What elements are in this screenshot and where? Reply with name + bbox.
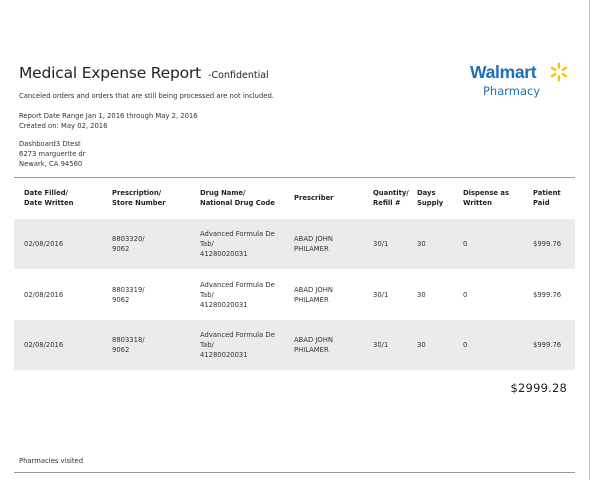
table-row: 02/08/2016 8803319/ 9062 Advanced Formul… (14, 270, 575, 320)
cell-drug-name: Advanced Formula De (200, 281, 275, 289)
cell-paid: $999.76 (533, 240, 562, 248)
cell-paid: $999.76 (533, 291, 562, 299)
cell-prescriber-line2: PHILAMER (294, 346, 329, 354)
cell-dispense: 0 (463, 291, 468, 299)
cell-days: 30 (417, 240, 426, 248)
cell-prescriber-line1: ABAD JOHN (294, 235, 333, 243)
cell-prescription: 8803319/ 9062 (112, 285, 145, 305)
report-dates: Report Date Range Jan 1, 2016 through Ma… (19, 111, 198, 131)
report-title: Medical Expense Report (19, 64, 201, 82)
footer-rule (14, 472, 575, 473)
cell-drug-code: 41280020031 (200, 301, 248, 309)
cell-drug-form: Tab/ (200, 341, 214, 349)
cell-prescriber: ABAD JOHN PHILAMER (294, 335, 333, 355)
table-row: 02/08/2016 8803318/ 9062 Advanced Formul… (14, 320, 575, 370)
confidential-label: -Confidential (208, 70, 269, 81)
cell-drug: Advanced Formula De Tab/ 41280020031 (200, 229, 275, 259)
header-prescriber: Prescriber (294, 194, 334, 204)
cell-date: 02/08/2016 (24, 240, 64, 248)
cell-dispense: 0 (463, 240, 468, 248)
report-page: Medical Expense Report -Confidential Wal… (0, 0, 590, 480)
header-paid: Patient Paid (533, 189, 561, 208)
pharmacies-visited-label: Pharmacies visited (19, 457, 84, 465)
header-dispense-line1: Dispense as (463, 189, 509, 197)
created-on: Created on: May 02, 2016 (19, 122, 108, 130)
cell-prescriber-line1: ABAD JOHN (294, 286, 333, 294)
table-top-rule (14, 177, 575, 178)
customer-city: Newark, CA 94560 (19, 160, 83, 168)
cell-drug-form: Tab/ (200, 291, 214, 299)
header-drug-line1: Drug Name/ (200, 189, 246, 197)
header-drug: Drug Name/ National Drug Code (200, 189, 275, 208)
cell-dispense: 0 (463, 341, 468, 349)
cell-rx-number: 8803318/ (112, 336, 145, 344)
header-drug-line2: National Drug Code (200, 198, 275, 207)
cell-prescriber-line2: PHILAMER (294, 245, 329, 253)
report-note: Canceled orders and orders that are stil… (19, 92, 274, 100)
cell-prescriber-line2: PHILAMER (294, 296, 329, 304)
cell-drug: Advanced Formula De Tab/ 41280020031 (200, 330, 275, 360)
header-date-line2: Date Written (24, 198, 74, 207)
customer-name: Dashboard3 Dtest (19, 140, 81, 148)
header-date: Date Filled/ Date Written (24, 189, 73, 208)
header-paid-line1: Patient (533, 189, 561, 197)
header-quantity-line1: Quantity/ (373, 189, 409, 197)
cell-quantity: 30/1 (373, 291, 389, 299)
table-row: 02/08/2016 8803320/ 9062 Advanced Formul… (14, 219, 575, 269)
customer-address: Dashboard3 Dtest 6273 marguerite dr Newa… (19, 139, 86, 169)
cell-prescription: 8803320/ 9062 (112, 234, 145, 254)
customer-street: 6273 marguerite dr (19, 150, 86, 158)
header-dispense-line2: Written (463, 198, 493, 207)
cell-date: 02/08/2016 (24, 341, 64, 349)
cell-rx-number: 8803320/ (112, 235, 145, 243)
cell-drug: Advanced Formula De Tab/ 41280020031 (200, 280, 275, 310)
header-days: Days Supply (417, 189, 443, 208)
cell-prescriber: ABAD JOHN PHILAMER (294, 285, 333, 305)
header-date-line1: Date Filled/ (24, 189, 69, 197)
cell-quantity: 30/1 (373, 341, 389, 349)
cell-prescriber-line1: ABAD JOHN (294, 336, 333, 344)
header-prescription-line1: Prescription/ (112, 189, 162, 197)
cell-store-number: 9062 (112, 346, 130, 354)
cell-prescriber: ABAD JOHN PHILAMER (294, 234, 333, 254)
cell-date: 02/08/2016 (24, 291, 64, 299)
header-dispense: Dispense as Written (463, 189, 509, 208)
cell-rx-number: 8803319/ (112, 286, 145, 294)
header-days-line2: Supply (417, 198, 444, 207)
cell-paid: $999.76 (533, 341, 562, 349)
cell-drug-code: 41280020031 (200, 250, 248, 258)
header-prescription-line2: Store Number (112, 198, 166, 207)
logo-sub-text: Pharmacy (483, 84, 541, 98)
header-quantity: Quantity/ Refill # (373, 189, 409, 208)
cell-drug-name: Advanced Formula De (200, 331, 275, 339)
cell-drug-form: Tab/ (200, 240, 214, 248)
cell-prescription: 8803318/ 9062 (112, 335, 145, 355)
header-prescriber-line1: Prescriber (294, 194, 334, 202)
cell-store-number: 9062 (112, 245, 130, 253)
header-prescription: Prescription/ Store Number (112, 189, 166, 208)
logo-brand-text: Walmart (470, 62, 537, 82)
cell-drug-code: 41280020031 (200, 351, 248, 359)
cell-store-number: 9062 (112, 296, 130, 304)
cell-drug-name: Advanced Formula De (200, 230, 275, 238)
walmart-spark-icon (550, 62, 568, 82)
date-range: Report Date Range Jan 1, 2016 through Ma… (19, 112, 198, 120)
cell-days: 30 (417, 291, 426, 299)
header-paid-line2: Paid (533, 198, 550, 207)
cell-quantity: 30/1 (373, 240, 389, 248)
header-days-line1: Days (417, 189, 436, 197)
cell-days: 30 (417, 341, 426, 349)
header-quantity-line2: Refill # (373, 198, 401, 207)
total-paid: $2999.28 (510, 381, 567, 395)
walmart-pharmacy-logo: Walmart Pharmacy (469, 60, 573, 100)
table-header: Date Filled/ Date Written Prescription/ … (14, 189, 575, 213)
report-title-row: Medical Expense Report -Confidential (19, 63, 269, 82)
